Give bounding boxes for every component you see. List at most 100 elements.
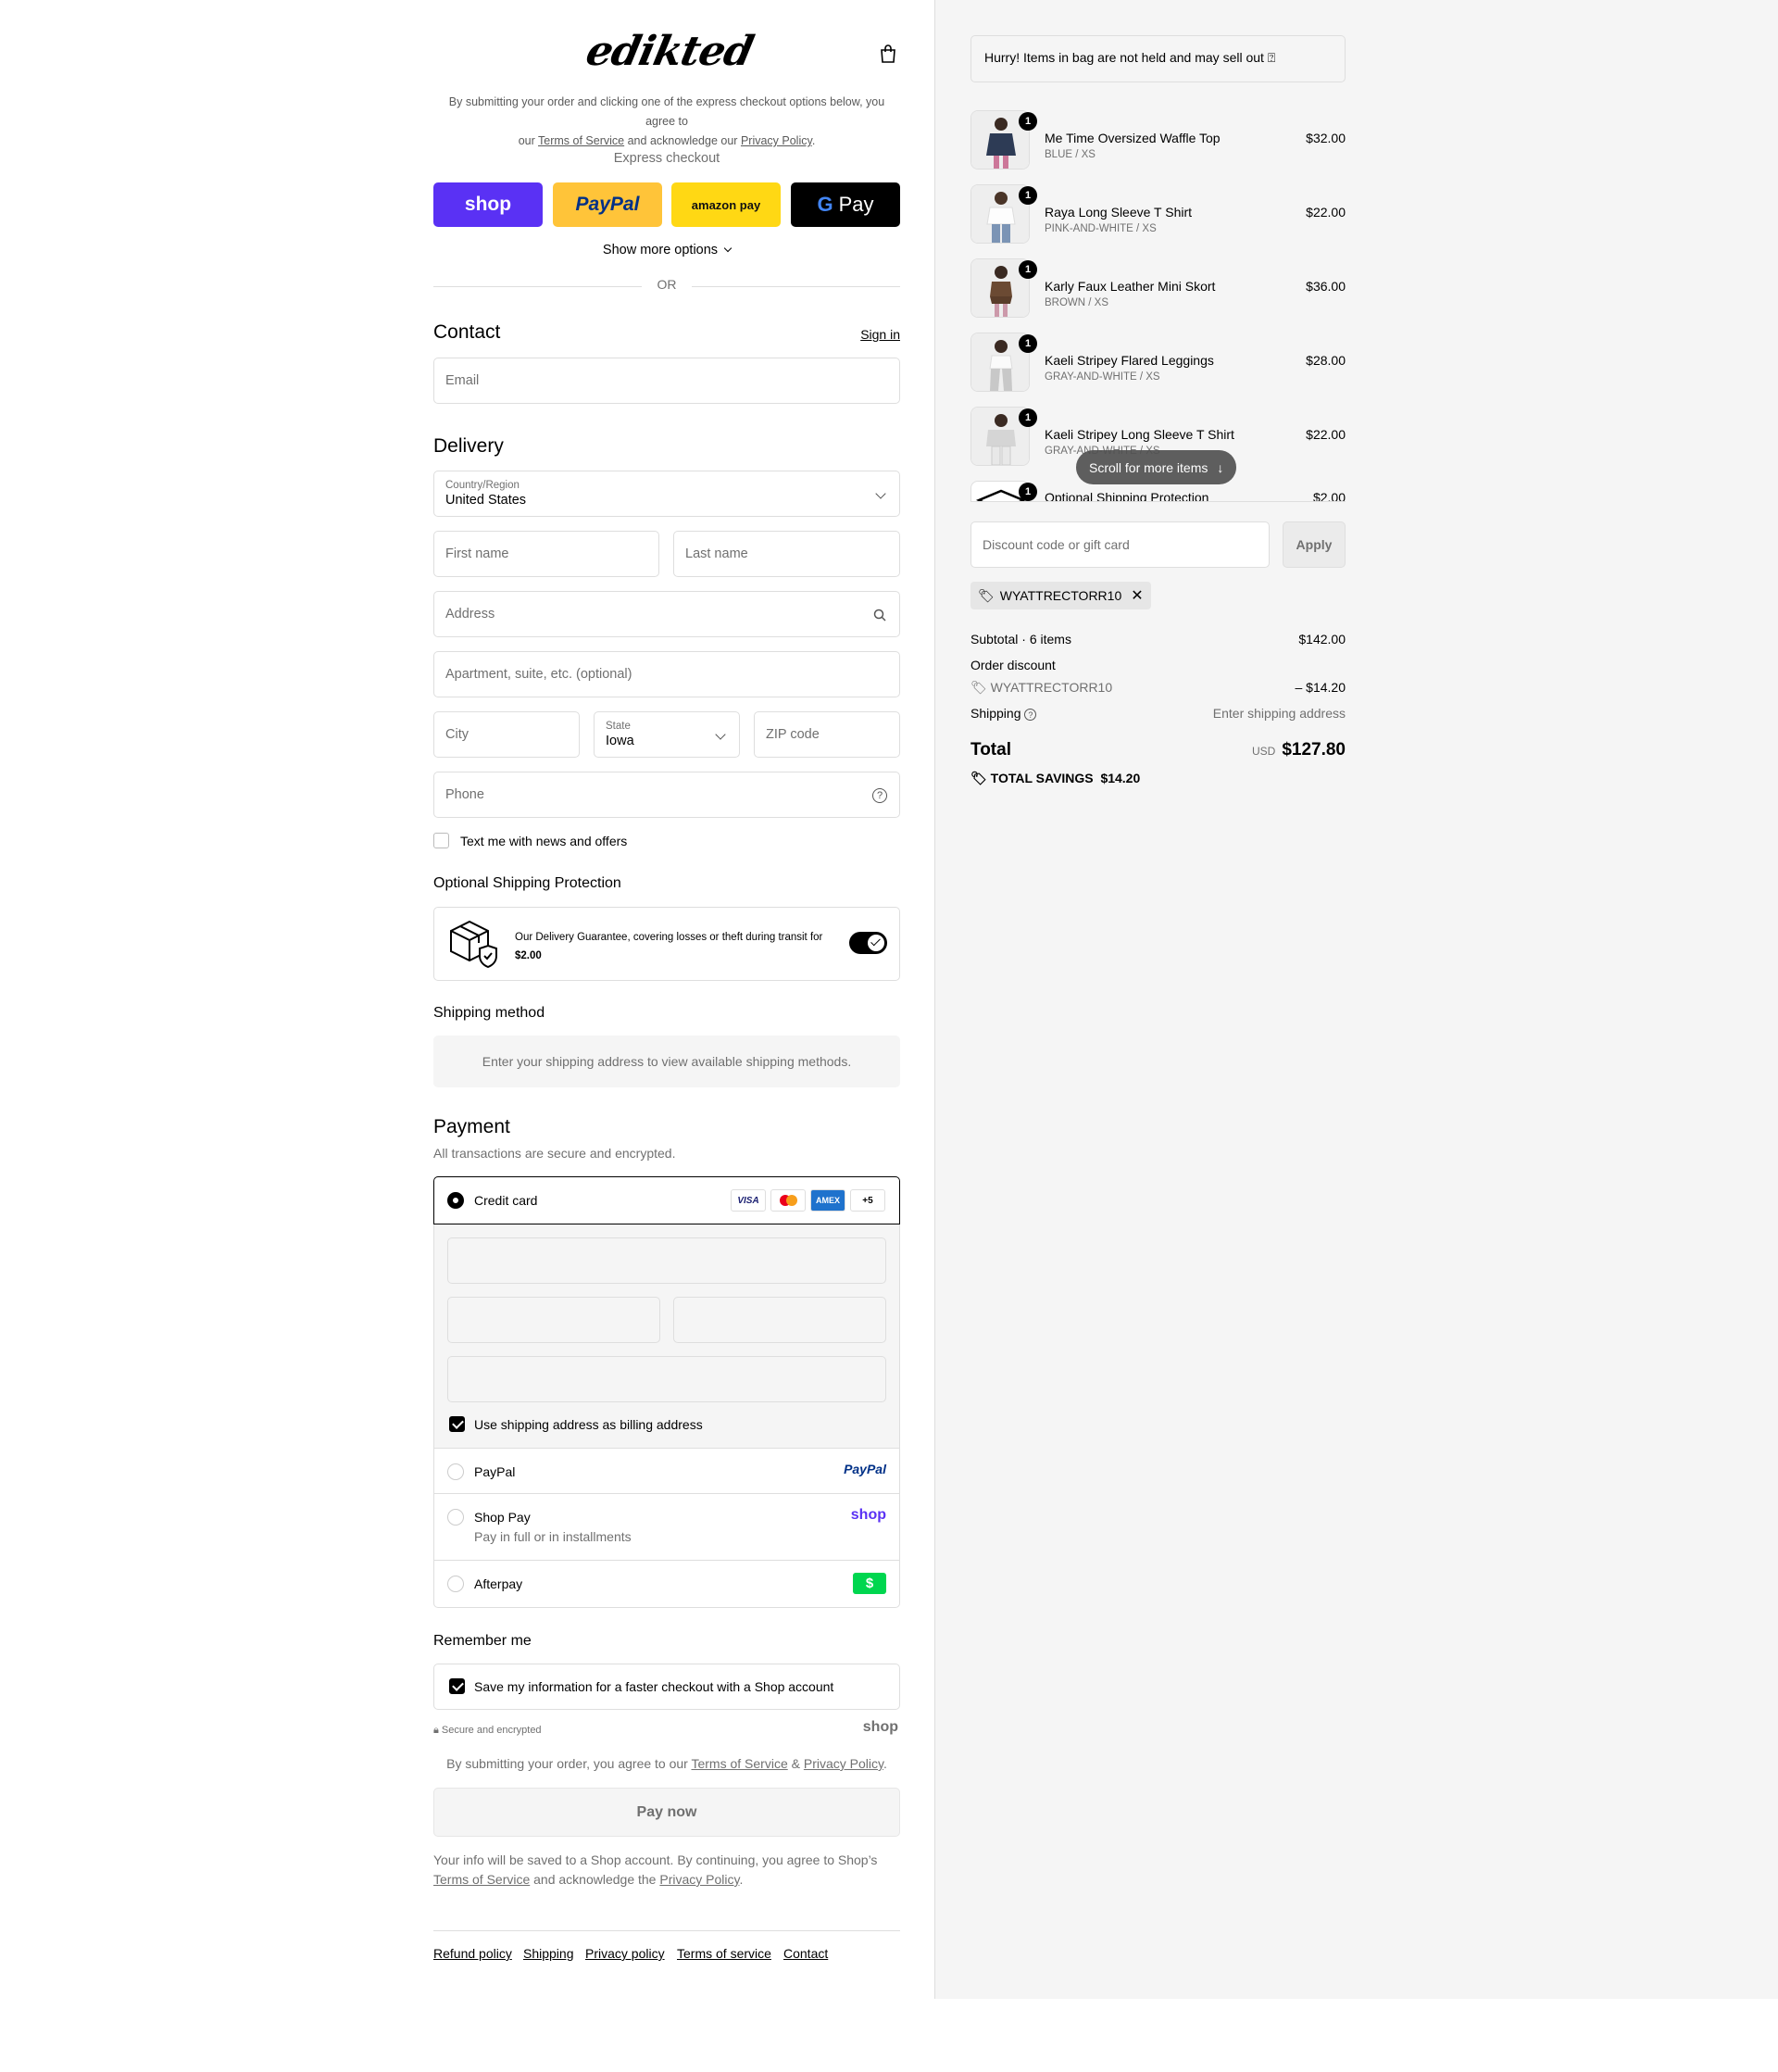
address-field[interactable]: Address: [433, 591, 900, 637]
email-field[interactable]: Email: [433, 358, 900, 404]
total-label: Total: [970, 740, 1011, 760]
afterpay-logo-icon: $: [853, 1573, 886, 1594]
mastercard-icon: [770, 1189, 806, 1212]
card-expiry-field[interactable]: [447, 1297, 660, 1343]
credit-card-option[interactable]: Credit card VISA AMEX +5: [433, 1176, 900, 1224]
items-divider: [970, 501, 1346, 502]
total-amount: USD $127.80: [1251, 740, 1346, 760]
shop-logo-icon: shop: [862, 1719, 898, 1735]
save-info-label: Save my information for a faster checkou…: [474, 1679, 834, 1694]
shopping-bag-icon[interactable]: [880, 44, 896, 63]
order-summary: Hurry! Items in bag are not held and may…: [970, 0, 1346, 834]
terms-of-service-link[interactable]: Terms of Service: [538, 134, 624, 147]
shop-pay-logo-icon: shop: [850, 1507, 886, 1523]
more-cards-badge: +5: [850, 1189, 885, 1212]
afterpay-option[interactable]: Afterpay $: [433, 1561, 900, 1608]
shop-privacy-link[interactable]: Privacy Policy: [659, 1872, 739, 1887]
payment-heading: Payment: [433, 1116, 510, 1137]
list-item: 1 Me Time Oversized Waffle Top BLUE / XS…: [970, 110, 1346, 175]
list-item: 1 Raya Long Sleeve T Shirt PINK-AND-WHIT…: [970, 184, 1346, 249]
express-terms-notice: By submitting your order and clicking on…: [448, 95, 885, 147]
card-cvv-field[interactable]: [673, 1297, 886, 1343]
order-discount-label: Order discount: [970, 658, 1056, 672]
shipping-method-heading: Shipping method: [433, 1005, 545, 1021]
city-field[interactable]: City: [433, 711, 580, 758]
paypal-radio[interactable]: [447, 1463, 464, 1480]
discount-code-field[interactable]: Discount code or gift card: [970, 521, 1270, 568]
submit-terms-notice: By submitting your order, you agree to o…: [446, 1756, 887, 1771]
visa-icon: VISA: [731, 1189, 766, 1212]
arrow-down-icon: ↓: [1217, 459, 1224, 475]
afterpay-radio[interactable]: [447, 1576, 464, 1592]
contact-heading: Contact: [433, 321, 501, 343]
privacy-policy-footer-link[interactable]: Privacy policy: [585, 1946, 665, 1961]
card-number-field[interactable]: [447, 1237, 886, 1284]
chevron-down-icon: [723, 244, 732, 253]
help-icon[interactable]: ?: [1024, 709, 1037, 721]
cart-items-list[interactable]: 1 Me Time Oversized Waffle Top BLUE / XS…: [970, 103, 1346, 501]
shipping-value: Enter shipping address: [1212, 706, 1346, 721]
refund-policy-link[interactable]: Refund policy: [433, 1946, 512, 1961]
help-icon[interactable]: ?: [872, 788, 887, 803]
chevron-down-icon: [715, 729, 726, 740]
paypal-logo-icon: PayPal: [844, 1462, 886, 1476]
shop-pay-button[interactable]: shop: [433, 182, 543, 227]
shop-pay-option[interactable]: Shop Pay Pay in full or in installments …: [433, 1494, 900, 1561]
last-name-field[interactable]: Last name: [673, 531, 900, 577]
shop-terms-link[interactable]: Terms of Service: [433, 1872, 530, 1887]
tag-icon: 🏷︎: [970, 680, 987, 695]
billing-address-checkbox[interactable]: [449, 1416, 465, 1432]
text-me-checkbox[interactable]: [433, 833, 449, 848]
store-logo[interactable]: edikted: [582, 28, 758, 75]
subtotal-label: Subtotal · 6 items: [970, 632, 1071, 647]
shop-pay-radio[interactable]: [447, 1509, 464, 1526]
save-info-checkbox[interactable]: [449, 1678, 465, 1694]
pay-now-button[interactable]: Pay now: [433, 1788, 900, 1837]
lock-icon: 🔒︎: [433, 1725, 439, 1736]
terms-of-service-link[interactable]: Terms of Service: [691, 1756, 787, 1771]
footer-divider: [433, 1930, 900, 1931]
card-details-panel: Use shipping address as billing address: [433, 1224, 900, 1448]
show-more-options-button[interactable]: Show more options: [433, 243, 900, 257]
shipping-label: Shipping ?: [970, 706, 1037, 721]
state-select[interactable]: State Iowa: [594, 711, 740, 758]
credit-card-radio[interactable]: [447, 1192, 464, 1209]
scroll-more-button[interactable]: Scroll for more items ↓: [1076, 450, 1237, 484]
shipping-policy-link[interactable]: Shipping: [523, 1946, 574, 1961]
zip-code-field[interactable]: ZIP code: [754, 711, 900, 758]
stock-warning-banner: Hurry! Items in bag are not held and may…: [970, 35, 1346, 82]
terms-of-service-footer-link[interactable]: Terms of service: [677, 1946, 771, 1961]
discount-tag-chip: 🏷︎ WYATTRECTORR10 ✕: [970, 582, 1151, 609]
privacy-policy-link[interactable]: Privacy Policy: [741, 134, 812, 147]
package-shield-icon: [450, 920, 497, 969]
express-checkout-label: Express checkout: [613, 151, 720, 166]
card-name-field[interactable]: [447, 1356, 886, 1402]
shop-account-notice: Your info will be saved to a Shop accoun…: [433, 1852, 878, 1887]
paypal-option[interactable]: PayPal PayPal: [433, 1448, 900, 1494]
close-icon[interactable]: ✕: [1131, 586, 1143, 605]
apply-discount-button[interactable]: Apply: [1283, 521, 1346, 568]
sign-in-link[interactable]: Sign in: [860, 327, 900, 342]
phone-field[interactable]: Phone ?: [433, 772, 900, 818]
or-divider: OR: [433, 277, 900, 295]
payment-subtitle: All transactions are secure and encrypte…: [433, 1146, 676, 1161]
paypal-button[interactable]: PayPal: [553, 182, 662, 227]
list-item: 1 Karly Faux Leather Mini Skort BROWN / …: [970, 258, 1346, 323]
tag-icon: 🏷︎: [978, 587, 995, 603]
country-select[interactable]: Country/Region United States: [433, 471, 900, 517]
list-item: 1 Kaeli Stripey Flared Leggings GRAY-AND…: [970, 333, 1346, 397]
amazon-pay-button[interactable]: amazon pay: [671, 182, 781, 227]
google-pay-button[interactable]: G Pay: [791, 182, 900, 227]
contact-link[interactable]: Contact: [783, 1946, 828, 1961]
protection-toggle[interactable]: [849, 932, 887, 954]
delivery-heading: Delivery: [433, 435, 504, 457]
total-savings: 🏷︎ TOTAL SAVINGS $14.20: [970, 771, 1141, 785]
first-name-field[interactable]: First name: [433, 531, 659, 577]
apartment-field[interactable]: Apartment, suite, etc. (optional): [433, 651, 900, 697]
amex-icon: AMEX: [810, 1189, 845, 1212]
text-me-label: Text me with news and offers: [460, 834, 628, 848]
protection-description: Our Delivery Guarantee, covering losses …: [515, 932, 823, 943]
protection-price: $2.00: [515, 950, 542, 961]
privacy-policy-link[interactable]: Privacy Policy: [804, 1756, 883, 1771]
discount-code-line: 🏷︎ WYATTRECTORR10: [970, 680, 1113, 695]
